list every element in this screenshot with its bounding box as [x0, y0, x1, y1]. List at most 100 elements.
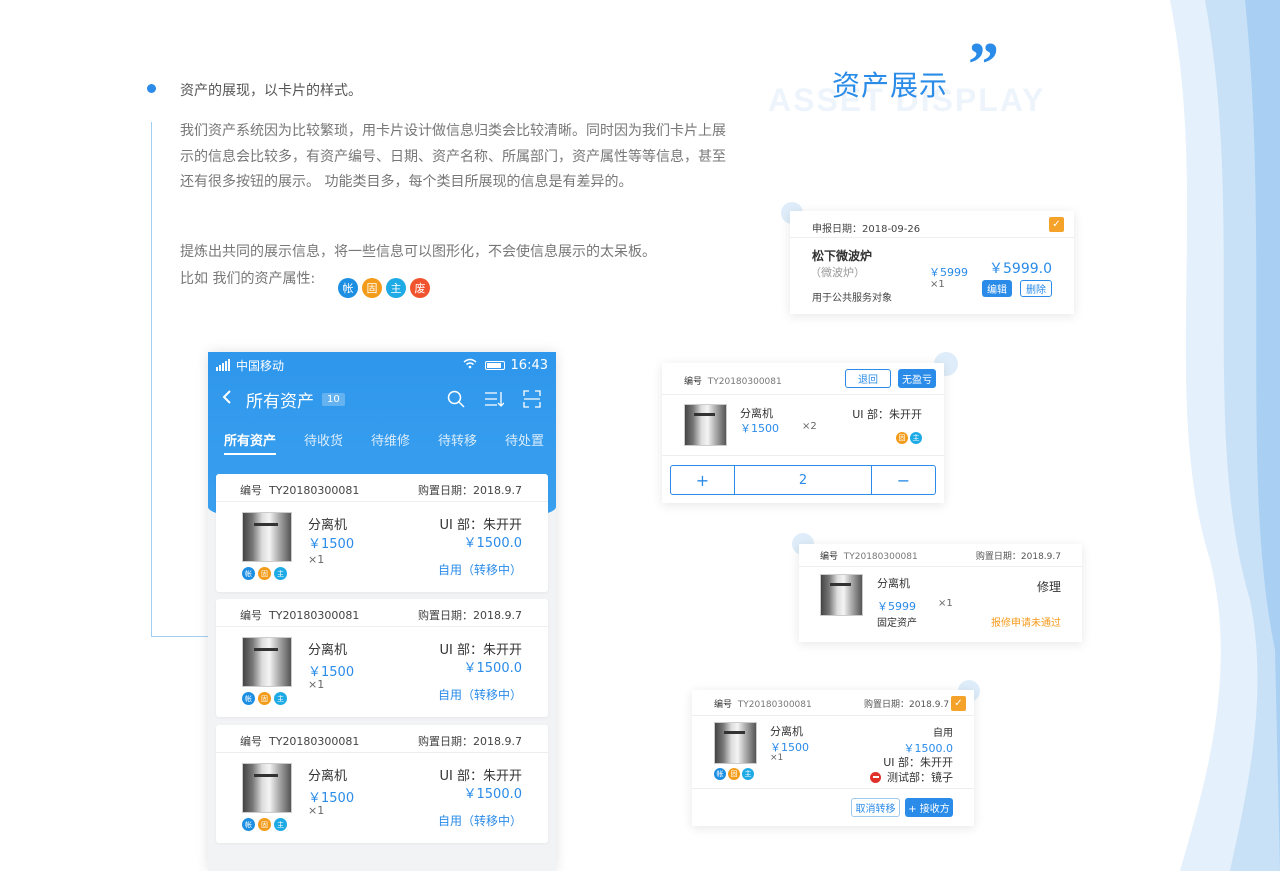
- asset-qty: ×1: [938, 598, 953, 609]
- inventory-card[interactable]: 编号 TY20180300081 退回 无盈亏 分离机 ￥1500 ×2 UI …: [662, 363, 944, 503]
- tag-account: 帐: [242, 567, 255, 580]
- tab-pending-disposal[interactable]: 待处置: [505, 430, 544, 455]
- asset-image: [242, 763, 292, 813]
- asset-card[interactable]: 编号 TY20180300081 购置日期：2018.9.7 分离机 ￥1500 …: [216, 599, 548, 717]
- count-badge: 10: [322, 392, 345, 406]
- divider-line: [151, 636, 209, 637]
- asset-price: ￥5999: [929, 266, 968, 279]
- tag-fixed: 固: [258, 818, 271, 831]
- tag-fixed: 固: [362, 278, 382, 298]
- cancel-transfer-button[interactable]: 取消转移: [851, 798, 900, 817]
- filter-icon[interactable]: [484, 389, 504, 409]
- divider-line: [151, 122, 152, 637]
- tag-main: 主: [274, 567, 287, 580]
- asset-dept: UI 部：朱开开: [439, 643, 522, 658]
- quantity-stepper[interactable]: + 2 −: [670, 465, 936, 495]
- battery-icon: [484, 360, 505, 370]
- tab-all[interactable]: 所有资产: [224, 430, 277, 455]
- intro-lead: 资产的展现，以卡片的样式。: [180, 83, 362, 99]
- decrement-button[interactable]: −: [871, 466, 935, 494]
- asset-purpose: 用于公共服务对象: [812, 293, 892, 304]
- clock: 16:43: [510, 357, 548, 373]
- back-icon[interactable]: [222, 389, 240, 410]
- asset-image: [242, 637, 292, 687]
- asset-no: TY20180300081: [843, 552, 918, 562]
- asset-name: 分离机: [308, 769, 348, 784]
- asset-category: 固定资产: [877, 618, 917, 629]
- carrier: 中国移动: [236, 358, 285, 373]
- tag-fixed: 固: [728, 768, 740, 780]
- asset-price: ￥5999: [877, 600, 916, 613]
- return-button[interactable]: 退回: [845, 369, 891, 388]
- tag-scrap: 废: [410, 278, 430, 298]
- page-title: 所有资产: [246, 391, 314, 412]
- tag-main: 主: [274, 818, 287, 831]
- checkbox-checked-icon[interactable]: ✓: [1049, 217, 1064, 232]
- checkbox-checked-icon[interactable]: ✓: [951, 696, 966, 711]
- divider: [790, 237, 1074, 238]
- asset-no-label: 编号: [714, 700, 733, 710]
- tag-main: 主: [274, 692, 287, 705]
- purchase-date: 购置日期：2018.9.7: [418, 609, 522, 622]
- edit-button[interactable]: 编辑: [982, 280, 1012, 297]
- divider: [692, 715, 974, 716]
- declaration-card[interactable]: 申报日期：2018-09-26 ✓ 松下微波炉 （微波炉） 用于公共服务对象 ￥…: [790, 211, 1074, 314]
- tag-account: 帐: [338, 278, 358, 298]
- repair-card[interactable]: 编号 TY20180300081 购置日期：2018.9.7 分离机 修理 ￥5…: [799, 544, 1082, 642]
- tag-main: 主: [910, 432, 922, 444]
- transfer-card[interactable]: 编号 TY20180300081 购置日期：2018.9.7 ✓ 分离机 ￥15…: [692, 690, 974, 826]
- purchase-date: 购置日期：2018.9.7: [418, 735, 522, 748]
- asset-total: ￥5999.0: [989, 261, 1052, 277]
- increment-button[interactable]: +: [671, 466, 735, 494]
- tab-pending-receipt[interactable]: 待收货: [304, 430, 343, 455]
- no-discrepancy-button[interactable]: 无盈亏: [898, 369, 936, 388]
- repair-status: 报修申请未通过: [991, 618, 1061, 629]
- asset-image: [714, 722, 757, 764]
- asset-use: 自用: [933, 728, 953, 739]
- scan-icon[interactable]: [522, 389, 542, 409]
- tab-pending-transfer[interactable]: 待转移: [438, 430, 477, 455]
- bullet-dot: [147, 84, 156, 93]
- asset-no-label: 编号: [240, 609, 262, 622]
- asset-card[interactable]: 编号 TY20180300081 购置日期：2018.9.7 分离机 ￥1500 …: [216, 474, 548, 592]
- asset-no: TY20180300081: [269, 484, 360, 497]
- intro-paragraph: 我们资产系统因为比较繁琐，用卡片设计做信息归类会比较清晰。同时因为我们卡片上展示…: [180, 123, 726, 190]
- asset-no-label: 编号: [240, 484, 262, 497]
- asset-name: 分离机: [740, 407, 773, 420]
- asset-no: TY20180300081: [707, 377, 782, 387]
- asset-name: 分离机: [308, 643, 348, 658]
- asset-image: [684, 404, 727, 446]
- asset-image: [242, 512, 292, 562]
- section-title: 资产展示: [832, 69, 949, 102]
- add-receiver-button[interactable]: + 接收方: [905, 798, 953, 817]
- asset-qty: ×1: [308, 678, 325, 691]
- asset-dept: UI 部：朱开开: [439, 769, 522, 784]
- search-icon[interactable]: [446, 389, 466, 409]
- asset-price: ￥1500: [740, 422, 779, 435]
- tag-account: 帐: [714, 768, 726, 780]
- asset-qty: ×1: [308, 804, 325, 817]
- intro-paragraph: 比如 我们的资产属性:: [180, 271, 316, 287]
- purchase-date: 购置日期：2018.9.7: [864, 700, 950, 710]
- asset-status: 自用（转移中）: [437, 563, 522, 577]
- service-type: 修理: [1036, 580, 1061, 594]
- asset-name: 松下微波炉: [812, 249, 873, 263]
- tab-pending-repair[interactable]: 待维修: [371, 430, 410, 455]
- asset-total: ￥1500.0: [463, 661, 523, 676]
- asset-no-label: 编号: [820, 552, 839, 562]
- asset-card[interactable]: 编号 TY20180300081 购置日期：2018.9.7 分离机 ￥1500 …: [216, 725, 548, 843]
- phone-mockup: 中国移动 16:43 所有资产 10 所有资产 待收货 待维修 待转移 待处置 …: [208, 352, 556, 871]
- quote-icon: ”: [968, 31, 999, 99]
- asset-price: ￥1500: [308, 537, 355, 552]
- asset-qty: ×2: [802, 421, 817, 432]
- declare-date: 申报日期：2018-09-26: [812, 224, 921, 235]
- tag-main: 主: [386, 278, 406, 298]
- asset-name: 分离机: [770, 725, 803, 738]
- minus-circle-icon[interactable]: [870, 771, 881, 783]
- tag-account: 帐: [242, 818, 255, 831]
- asset-qty: ×1: [930, 279, 945, 290]
- delete-button[interactable]: 删除: [1020, 280, 1052, 297]
- divider: [692, 788, 974, 789]
- asset-qty: ×1: [770, 753, 784, 763]
- quantity-value[interactable]: 2: [735, 466, 871, 494]
